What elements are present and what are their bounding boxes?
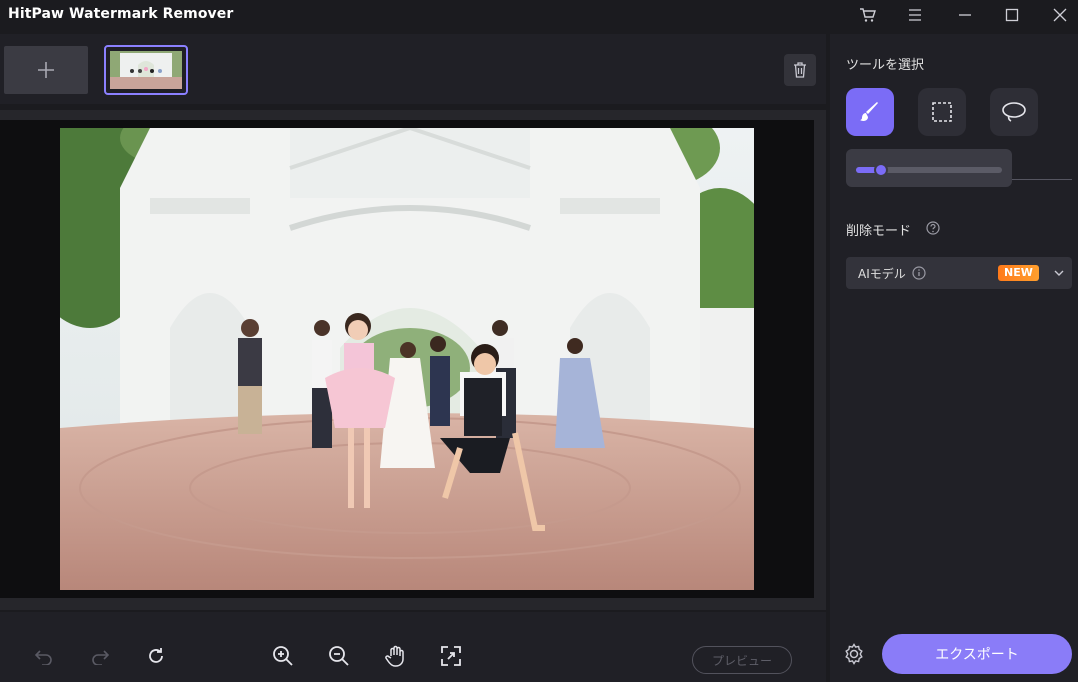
title-bar: HitPaw Watermark Remover [0,0,1078,32]
undo-icon[interactable] [30,642,58,670]
mode-select[interactable]: AIモデル NEW [846,257,1072,289]
trash-icon [794,62,806,78]
cart-icon[interactable] [848,0,888,30]
brush-size-popup [846,149,1012,187]
hand-icon[interactable] [382,642,410,670]
zoom-out-icon[interactable] [325,642,353,670]
minimize-icon[interactable] [945,0,985,30]
help-icon[interactable] [926,221,940,235]
rect-select-icon [932,102,952,122]
fit-icon[interactable] [437,642,465,670]
redo-icon[interactable] [86,642,114,670]
export-button[interactable]: エクスポート [882,634,1072,674]
right-panel: ツールを選択 削除モード AIモデル NEW エクスポート [830,34,1078,682]
delete-button[interactable] [784,54,816,86]
plus-icon [38,62,54,78]
app-window: HitPaw Watermark Remover プレビュー ツールを選択 削除… [0,0,1078,682]
slider-handle[interactable] [874,163,888,177]
lasso-icon [1002,102,1026,122]
canvas[interactable] [0,120,814,598]
preview-button[interactable]: プレビュー [692,646,792,674]
lasso-tool-button[interactable] [990,88,1038,136]
reset-icon[interactable] [142,642,170,670]
brush-size-slider[interactable] [856,163,1002,177]
menu-icon[interactable] [895,0,935,30]
canvas-area [0,110,826,610]
bottom-toolbar: プレビュー [0,612,826,682]
info-icon[interactable] [912,266,926,280]
close-icon[interactable] [1040,0,1078,30]
app-title: HitPaw Watermark Remover [8,6,234,22]
thumbnail-image [110,51,182,89]
mode-value: AIモデル [858,267,906,281]
chevron-down-icon [1054,270,1064,276]
add-image-button[interactable] [4,46,88,94]
zoom-in-icon[interactable] [269,642,297,670]
gear-icon [845,643,863,665]
photo-image[interactable] [60,128,754,590]
mode-section-title: 削除モード [846,224,912,239]
settings-button[interactable] [842,642,866,666]
brush-tool-button[interactable] [846,88,894,136]
image-strip [0,34,826,104]
tool-section-title: ツールを選択 [846,58,925,73]
new-badge: NEW [998,265,1039,281]
maximize-icon[interactable] [992,0,1032,30]
brush-icon [860,102,878,121]
slider-divider [1012,179,1072,180]
rect-select-tool-button[interactable] [918,88,966,136]
image-thumbnail[interactable] [104,45,188,95]
